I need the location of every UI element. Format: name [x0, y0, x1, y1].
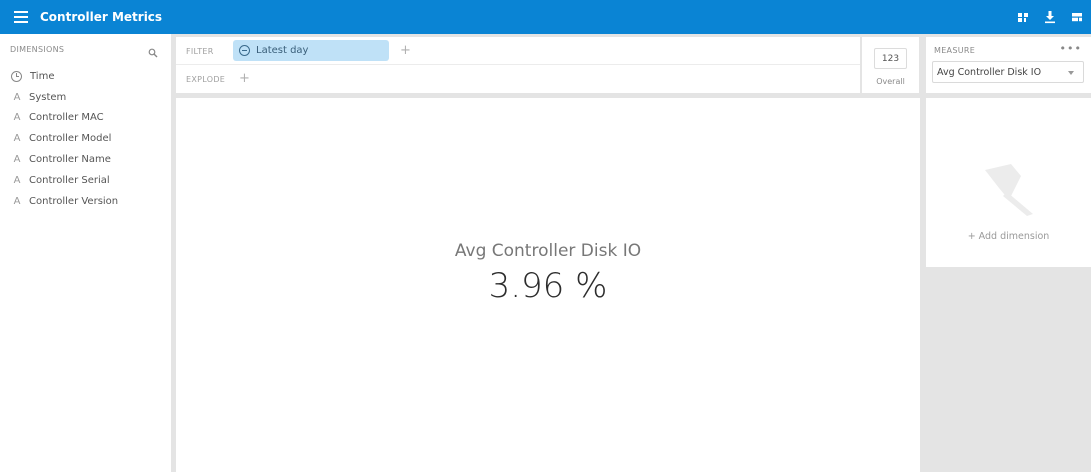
- measure-value: 3.96 %: [488, 266, 608, 306]
- dimension-label: Controller Version: [29, 195, 119, 207]
- split-row: EXPLODE +: [176, 65, 860, 93]
- overall-panel: 123 Overall: [862, 37, 919, 93]
- main-visualization: Avg Controller Disk IO 3.96 %: [176, 98, 920, 472]
- time-filter-icon: [239, 45, 250, 56]
- search-icon[interactable]: [148, 43, 158, 58]
- string-type-icon: A: [13, 91, 21, 103]
- dimension-label: Time: [30, 70, 55, 82]
- top-actions: [1015, 9, 1085, 25]
- dimension-label: Controller Model: [29, 133, 112, 145]
- filter-label: FILTER: [186, 47, 214, 56]
- string-type-icon: A: [13, 133, 21, 145]
- string-type-icon: A: [13, 174, 21, 186]
- add-split-button[interactable]: +: [239, 72, 250, 85]
- measure-select[interactable]: Avg Controller Disk IO: [932, 61, 1084, 83]
- dimension-item-system[interactable]: A System: [10, 87, 118, 108]
- dimension-item-controller-mac[interactable]: A Controller MAC: [10, 108, 118, 129]
- filter-pill-label: Latest day: [256, 45, 309, 56]
- string-type-icon: A: [13, 195, 21, 207]
- measure-panel: MEASURE ••• Avg Controller Disk IO: [926, 37, 1091, 93]
- measure-title: Avg Controller Disk IO: [454, 241, 642, 261]
- layout-icon[interactable]: [1069, 9, 1085, 25]
- dimension-label: Controller MAC: [29, 112, 104, 124]
- add-filter-button[interactable]: +: [400, 44, 411, 57]
- dimension-label: System: [29, 91, 67, 103]
- filter-row: FILTER Latest day +: [176, 37, 860, 65]
- filter-pill-latest-day[interactable]: Latest day: [233, 40, 389, 61]
- pin-icon: [977, 158, 1042, 218]
- string-type-icon: A: [13, 112, 21, 124]
- measure-select-value: Avg Controller Disk IO: [937, 66, 1042, 78]
- measure-heading: MEASURE: [934, 46, 976, 55]
- download-icon[interactable]: [1042, 9, 1058, 25]
- split-label: EXPLODE: [186, 75, 226, 84]
- filter-bar: FILTER Latest day + EXPLODE +: [176, 37, 860, 93]
- string-type-icon: A: [13, 154, 21, 166]
- top-bar: Controller Metrics: [0, 0, 1091, 34]
- pin-board-icon[interactable]: [1015, 9, 1031, 25]
- dimension-label: Controller Name: [29, 154, 111, 166]
- pinboard-panel: + Add dimension: [926, 98, 1091, 267]
- dimensions-panel: DIMENSIONS Time A System A Controller MA…: [0, 34, 171, 472]
- more-options-icon[interactable]: •••: [1060, 42, 1082, 55]
- app-title: Controller Metrics: [40, 10, 163, 24]
- dimension-list: Time A System A Controller MAC A Control…: [10, 66, 118, 212]
- dimension-label: Controller Serial: [29, 174, 110, 186]
- dimension-item-controller-name[interactable]: A Controller Name: [10, 149, 118, 170]
- dimensions-heading: DIMENSIONS: [10, 45, 65, 54]
- dimension-item-controller-version[interactable]: A Controller Version: [10, 191, 119, 212]
- overall-visualization-button[interactable]: 123: [874, 48, 907, 69]
- add-dimension-button[interactable]: + Add dimension: [926, 231, 1091, 242]
- dimension-item-time[interactable]: Time: [10, 66, 118, 87]
- clock-icon: [11, 70, 22, 82]
- dimension-item-controller-serial[interactable]: A Controller Serial: [10, 170, 118, 191]
- hamburger-icon[interactable]: [14, 11, 28, 23]
- chevron-down-icon: [1068, 71, 1074, 75]
- overall-label: Overall: [876, 77, 905, 86]
- dimension-item-controller-model[interactable]: A Controller Model: [10, 128, 118, 149]
